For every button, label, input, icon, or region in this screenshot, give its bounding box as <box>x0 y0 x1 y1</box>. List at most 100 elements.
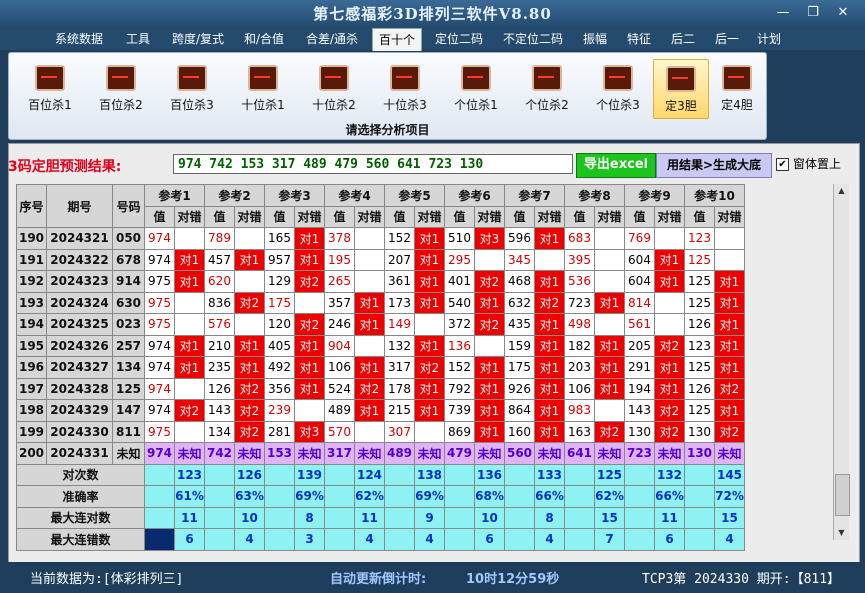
menu-item[interactable]: 合差/通杀 <box>299 28 365 50</box>
restore-icon[interactable]: ❐ <box>800 4 826 22</box>
menu-item[interactable]: 后二 <box>666 28 700 50</box>
ref-hit: 对2 <box>534 291 565 314</box>
table-row[interactable]: 194 2024325 023 975 576 120 对2 246 对1 149 372 对2 435… <box>16 313 745 336</box>
header-hit: 对错 <box>534 205 565 228</box>
prediction-row[interactable]: 200 2024331 未知 974 未知 742 未知 153 未知 317 未知 489 未知 479… <box>16 442 745 465</box>
chart-icon <box>390 65 420 91</box>
menu-item[interactable]: 百十个 <box>372 28 422 51</box>
table-row[interactable]: 195 2024326 257 974 对1 210 对1 405 对1 904 132 对1 136 1… <box>16 334 745 357</box>
predicted-value: 317 <box>324 442 355 465</box>
ref-hit: 对1 <box>414 399 445 422</box>
table-row[interactable]: 190 2024321 050 974 789 165 对1 378 152 对1 510 对3 596… <box>16 227 745 250</box>
ref-value: 123 <box>684 227 715 250</box>
stat-value: 11 <box>174 506 205 529</box>
ref-value: 123 <box>684 334 715 357</box>
tool-button[interactable]: 百位杀3 <box>159 59 225 117</box>
stat-value: 72% <box>714 485 745 508</box>
table-row[interactable]: 198 2024329 147 974 对2 143 对2 239 489 对1 215 对1 739 对… <box>16 399 745 422</box>
menu-item[interactable]: 系统数据 <box>50 28 108 50</box>
status-bar: 当前数据为:[体彩排列三] 自动更新倒计时: 10时12分59秒 TCP3第 2… <box>0 562 865 593</box>
header-value: 值 <box>324 205 355 228</box>
tool-button[interactable]: 个位杀3 <box>585 59 651 117</box>
generate-base-button[interactable]: 用结果>生成大底 <box>656 153 772 178</box>
ref-value: 106 <box>324 356 355 379</box>
menu-item[interactable]: 计划 <box>754 28 784 50</box>
chart-icon <box>461 65 491 91</box>
table-row[interactable]: 196 2024327 134 974 对1 235 对1 492 对1 106 对1 317 对2 15… <box>16 356 745 379</box>
tool-button[interactable]: 十位杀3 <box>372 59 438 117</box>
tool-button[interactable]: 百位杀1 <box>17 59 83 117</box>
row-number: 未知 <box>112 442 145 465</box>
menu-item[interactable]: 振幅 <box>578 28 612 50</box>
menu-item[interactable]: 后一 <box>710 28 744 50</box>
ref-hit: 对2 <box>294 270 325 293</box>
checkbox-icon[interactable]: ✔ <box>776 158 789 171</box>
minimize-icon[interactable]: — <box>770 4 796 22</box>
vertical-scrollbar[interactable]: ▲ ▼ <box>833 184 850 540</box>
export-excel-button[interactable]: 导出excel <box>576 153 656 178</box>
tool-button[interactable]: 个位杀1 <box>443 59 509 117</box>
header-reference: 参考2 <box>204 184 265 207</box>
tool-button[interactable]: 十位杀2 <box>301 59 367 117</box>
ref-value: 207 <box>384 248 415 271</box>
ref-value: 195 <box>324 248 355 271</box>
ref-hit <box>174 377 205 400</box>
menu-item[interactable]: 不定位二码 <box>497 28 569 50</box>
stat-spacer <box>384 485 415 508</box>
header-hit: 对错 <box>594 205 625 228</box>
ref-hit: 对1 <box>234 248 265 271</box>
tool-button[interactable]: 十位杀1 <box>230 59 296 117</box>
stat-spacer <box>504 528 535 551</box>
menu-item[interactable]: 定位二码 <box>428 28 490 50</box>
ref-hit: 对2 <box>234 291 265 314</box>
table-row[interactable]: 192 2024323 914 975 对1 620 129 对2 265 361 对1 401 对2 4… <box>16 270 745 293</box>
table-row[interactable]: 191 2024322 678 974 对1 457 对1 957 对1 195 207 对1 295 3… <box>16 248 745 271</box>
row-seq: 193 <box>16 291 47 314</box>
table-row[interactable]: 199 2024330 811 975 134 对2 281 对3 570 307 869 对1 160… <box>16 420 745 443</box>
tool-button[interactable]: 百位杀2 <box>88 59 154 117</box>
tool-button[interactable]: 定3胆 <box>653 59 709 119</box>
menu-item[interactable]: 和/合值 <box>237 28 291 50</box>
table-row[interactable]: 197 2024328 125 974 126 对2 356 对1 524 对2 178 对1 792 对… <box>16 377 745 400</box>
menu-item[interactable]: 跨度/复式 <box>165 28 231 50</box>
row-seq: 192 <box>16 270 47 293</box>
ref-value: 160 <box>504 420 535 443</box>
stat-value: 138 <box>414 463 445 486</box>
stat-spacer <box>564 463 595 486</box>
predicted-value: 723 <box>624 442 655 465</box>
row-issue: 2024324 <box>46 291 113 314</box>
scroll-up-icon[interactable]: ▲ <box>834 184 849 198</box>
stat-value: 66% <box>654 485 685 508</box>
menu-bar: 系统数据 工具 跨度/复式 和/合值 合差/通杀 百十个 定位二码 不定位二码 振幅 特征 后二 后一… <box>0 28 865 51</box>
menu-item[interactable]: 工具 <box>118 28 158 50</box>
menu-item[interactable]: 特征 <box>621 28 657 50</box>
stay-on-top-checkbox[interactable]: ✔ 窗体置上 <box>776 155 841 173</box>
ref-value: 159 <box>504 334 535 357</box>
stat-spacer <box>624 485 655 508</box>
ref-value: 152 <box>384 227 415 250</box>
result-field[interactable]: 974 742 153 317 489 479 560 641 723 130 <box>173 154 573 174</box>
header-value: 值 <box>504 205 535 228</box>
row-number: 125 <box>112 377 145 400</box>
stat-value: 69% <box>414 485 445 508</box>
row-number: 147 <box>112 399 145 422</box>
header-reference: 参考8 <box>564 184 625 207</box>
table-row[interactable]: 193 2024324 630 975 836 对2 175 357 对1 173 对1 540 对1 6… <box>16 291 745 314</box>
row-seq: 199 <box>16 420 47 443</box>
stat-value: 10 <box>234 506 265 529</box>
ref-value: 126 <box>684 377 715 400</box>
header-number: 号码 <box>112 184 145 228</box>
stat-value: 123 <box>174 463 205 486</box>
ref-value: 435 <box>504 313 535 336</box>
ref-hit: 对1 <box>594 377 625 400</box>
row-issue: 2024326 <box>46 334 113 357</box>
stat-value: 4 <box>354 528 385 551</box>
close-icon[interactable]: ✕ <box>830 4 856 22</box>
tool-button[interactable]: 个位杀2 <box>514 59 580 117</box>
row-number: 630 <box>112 291 145 314</box>
stat-spacer <box>684 528 715 551</box>
ref-hit: 对1 <box>474 399 505 422</box>
tool-button[interactable]: 定4胆 <box>713 59 761 117</box>
scroll-down-icon[interactable]: ▼ <box>834 526 849 540</box>
scroll-thumb[interactable] <box>835 474 850 516</box>
